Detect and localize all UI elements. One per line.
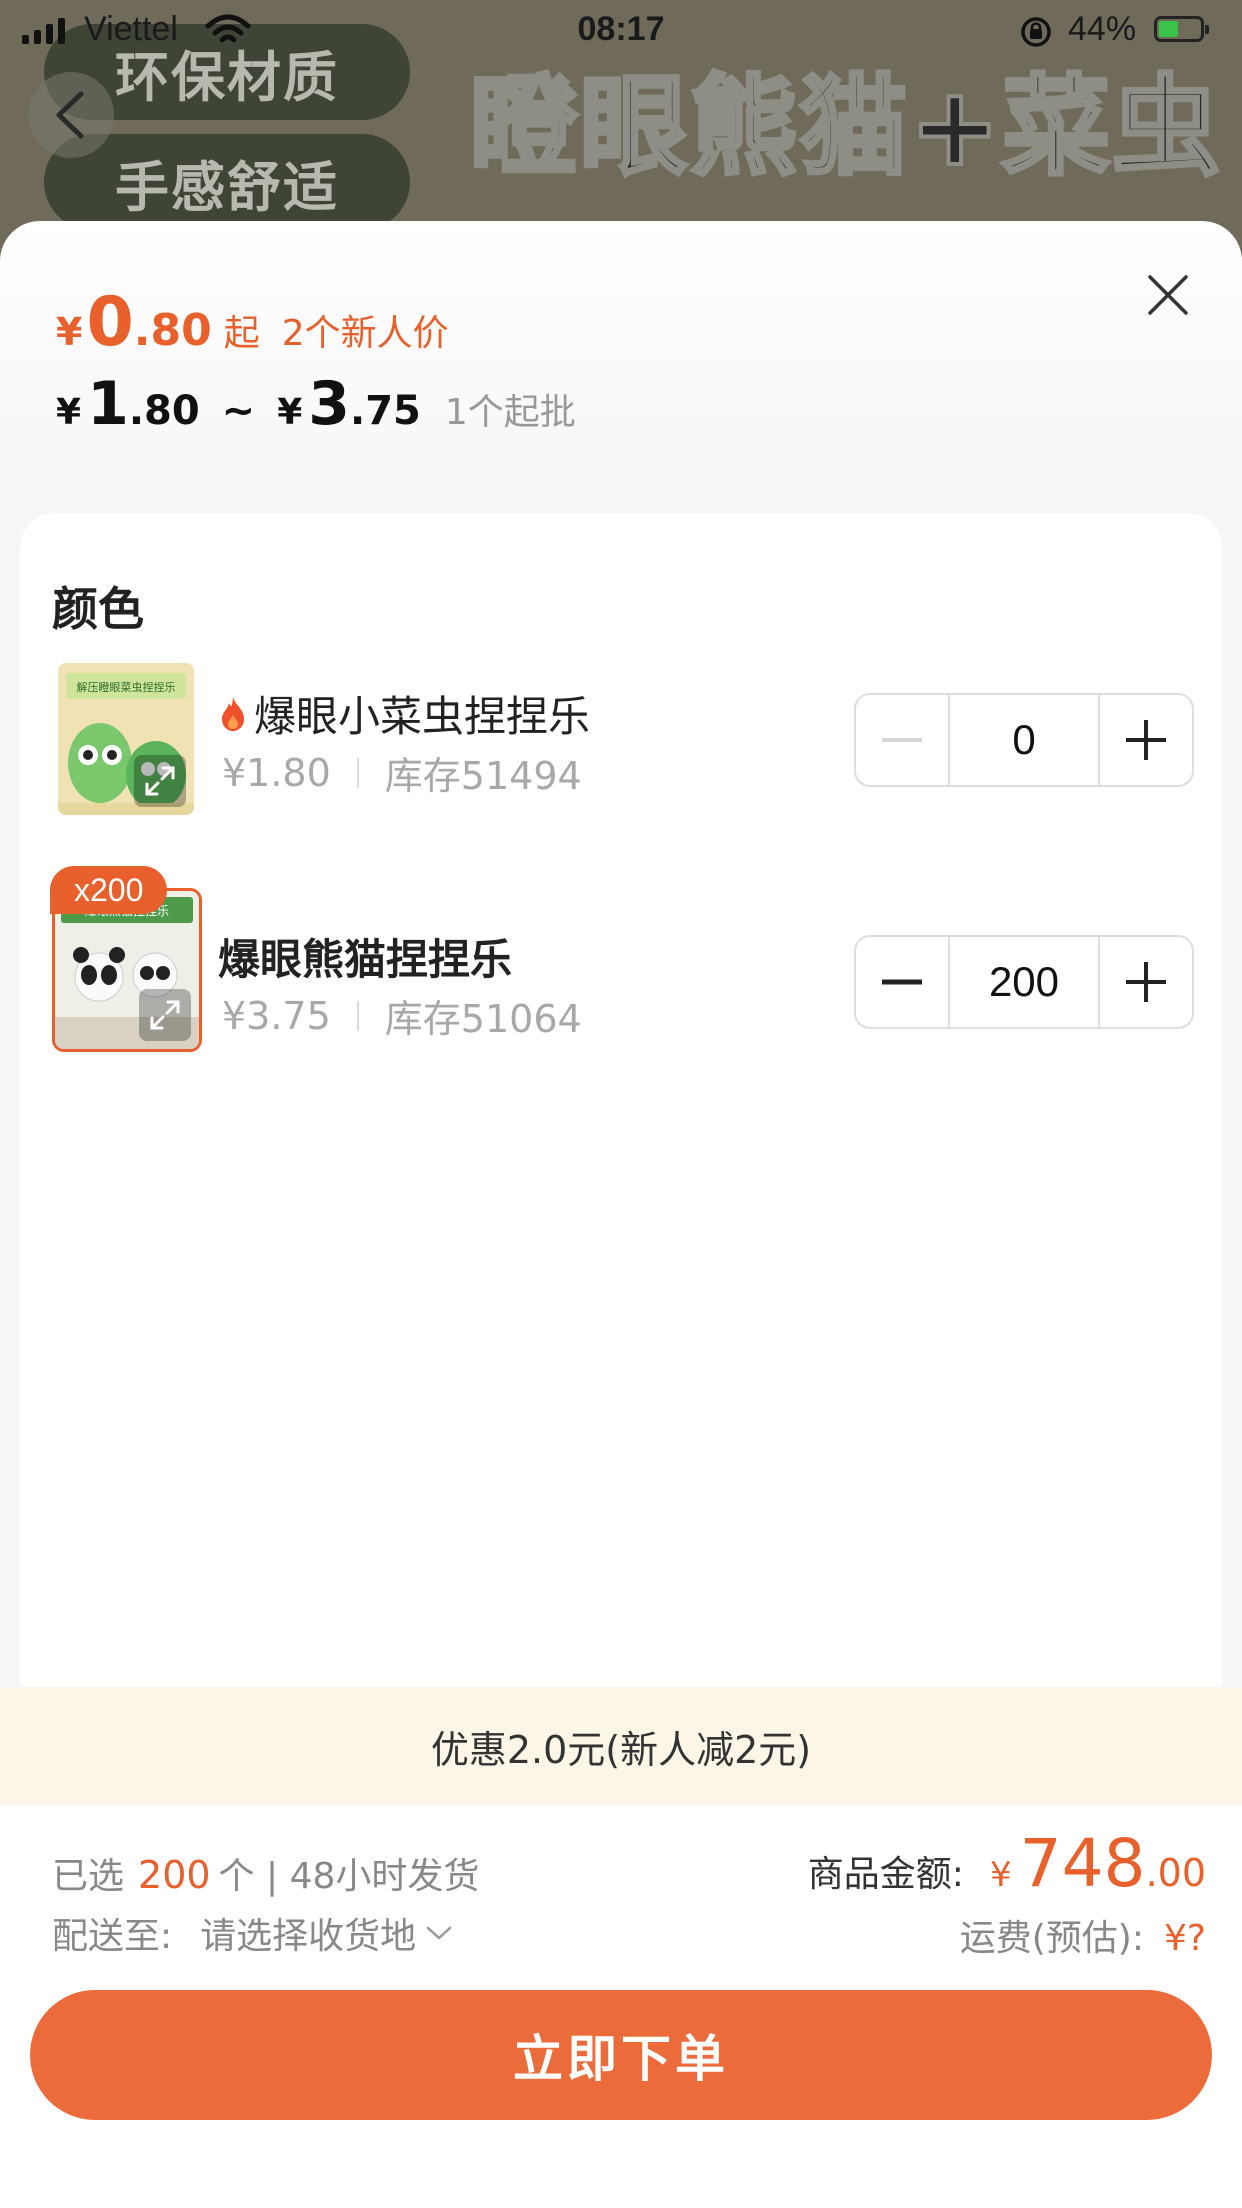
plus-icon [1126,720,1166,760]
close-icon [1148,275,1188,315]
plus-icon [1126,962,1166,1002]
sku-selection-sheet: ¥ 0 .80 起 2个新人价 ¥ 1 .80 ~ ¥ 3 .75 1个起批 颜… [0,221,1242,2208]
feature-pill: 手感舒适 [44,134,410,230]
thumb-caption: 解压瞪眼菜虫捏捏乐 [77,680,176,694]
sku-meta: ¥1.80 库存51494 [222,745,582,800]
clock: 08:17 [577,10,665,48]
ship-address: 请选择收货地 [200,1916,417,1957]
selection-summary: 已选 200 个 | 48小时发货 [52,1853,480,1897]
lock-rotation-icon [1021,17,1051,47]
minus-icon [882,738,922,742]
price-range: ¥ 1 .80 ~ ¥ 3 .75 1个起批 [56,369,576,439]
sku-name: 爆眼熊猫捏捏乐 [218,935,513,984]
section-title: 颜色 [52,582,144,636]
increase-button[interactable] [1100,937,1192,1027]
expand-icon[interactable] [134,755,186,807]
increase-button[interactable] [1100,695,1192,785]
order-footer: 已选 200 个 | 48小时发货 配送至: 请选择收货地 商品金额: ¥ 748 … [0,1805,1242,2208]
product-banner-title: 瞪眼熊猫+菜虫 [468,63,1222,192]
place-order-button[interactable]: 立即下单 [30,1990,1212,2120]
divider [356,757,359,788]
expand-icon[interactable] [139,989,191,1041]
selected-quantity-badge: x200 [50,866,168,914]
product-amount: 商品金额: ¥ 748 .00 [807,1825,1206,1902]
fire-icon [222,696,244,731]
ship-label: 配送至: [52,1916,173,1957]
minus-icon [882,979,922,985]
back-button[interactable] [28,72,114,158]
sku-price: ¥3.75 [222,993,331,1038]
battery-percentage: 44% [1068,10,1137,48]
decrease-button[interactable] [856,695,948,785]
quantity-input[interactable]: 200 [948,937,1100,1027]
freight-estimate: 运费(预估): ¥? [959,1918,1206,1959]
new-user-price: ¥ 0 .80 起 2个新人价 [56,283,449,362]
selected-count: 200 [138,1853,211,1897]
back-icon [56,91,84,139]
sku-price: ¥1.80 [222,750,331,795]
quantity-stepper: 200 [854,935,1194,1029]
sku-row: 解压瞪眼菜虫捏捏乐 爆眼小菜虫捏捏乐 ¥1.80 库存51494 0 [20,663,1222,823]
min-batch-label: 1个起批 [444,392,576,433]
new-user-note: 2个新人价 [281,313,449,354]
quantity-stepper: 0 [854,693,1194,787]
sku-stock: 库存51064 [384,997,582,1041]
divider [356,1000,359,1031]
sku-card: 颜色 解压瞪眼菜虫捏捏乐 爆眼小菜虫捏捏乐 ¥1.80 库存51494 0 x2… [20,513,1222,1881]
sku-row: 爆眼熊猫捏捏乐 x200 爆眼熊猫捏捏乐 ¥3.75 库存 [20,866,1222,1052]
sku-meta: ¥3.75 库存51064 [222,988,582,1043]
promo-banner: 优惠2.0元(新人减2元) [0,1687,1242,1805]
product-thumbnail[interactable]: 解压瞪眼菜虫捏捏乐 [58,663,194,815]
decrease-button[interactable] [856,937,948,1027]
shipping-address-selector[interactable]: 配送至: 请选择收货地 [52,1907,454,1959]
sku-stock: 库存51494 [384,754,582,798]
sku-name: 爆眼小菜虫捏捏乐 [218,683,590,744]
close-button[interactable] [1144,271,1192,319]
chevron-down-icon [426,1926,452,1940]
quantity-input[interactable]: 0 [948,695,1100,785]
status-bar: Viettel 08:17 44% [0,0,1242,62]
battery-icon [1154,16,1209,42]
